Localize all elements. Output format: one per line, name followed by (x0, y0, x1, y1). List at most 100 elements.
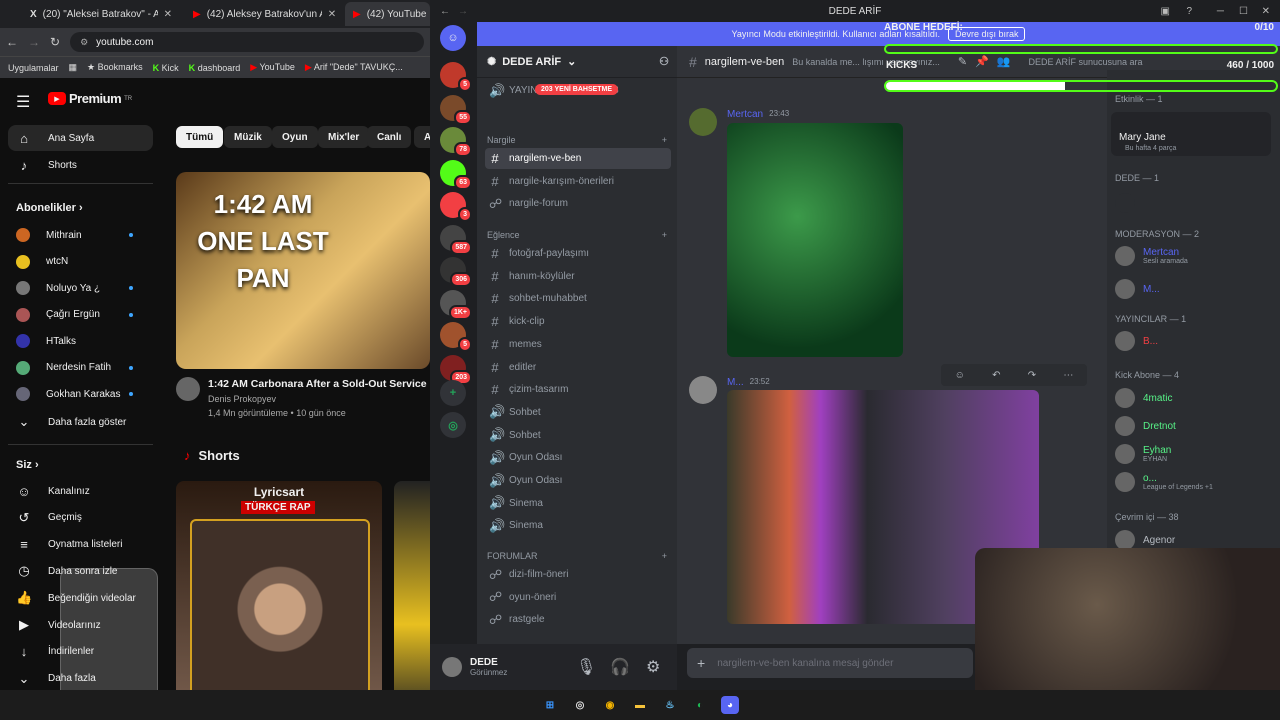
you-nav-item[interactable]: ↓ İndirilenler (8, 639, 153, 665)
subscription-item[interactable]: Çağrı Ergün (8, 302, 153, 328)
headphones-icon[interactable]: 🎧 (610, 657, 630, 677)
channel-item[interactable]: 🔊 Oyun Odası (485, 470, 671, 491)
server-icon[interactable]: 5 (440, 322, 472, 352)
bookmark-item[interactable]: Uygulamalar (8, 63, 59, 73)
reload-icon[interactable]: ↻ (50, 35, 60, 49)
member-item[interactable]: M... (1115, 279, 1160, 299)
message-author[interactable]: Mertcan (727, 109, 763, 120)
you-nav-item[interactable]: ↺ Geçmiş (8, 505, 153, 531)
server-icon[interactable]: 3 (440, 192, 472, 222)
server-icon[interactable]: 63 (440, 159, 472, 190)
you-nav-item[interactable]: ▶ Videolarınız (8, 612, 153, 638)
channel-item[interactable]: 🔊 Sohbet (485, 425, 671, 446)
back-icon[interactable]: ← (440, 6, 450, 17)
channel-item[interactable]: 🔊 Sinema (485, 493, 671, 514)
server-icon[interactable]: 55 (440, 94, 472, 125)
bookmark-item[interactable]: K Kick (153, 63, 179, 73)
channel-item[interactable]: ☍ nargile-forum (485, 193, 671, 214)
channel-item[interactable]: # çizim-tasarım (485, 379, 671, 400)
close-icon[interactable]: ✕ (328, 9, 336, 20)
message-image[interactable] (727, 123, 903, 357)
channel-category[interactable]: FORUMLAR + (487, 551, 667, 561)
back-icon[interactable]: ← (6, 35, 18, 49)
steam-icon[interactable]: ♨ (661, 696, 679, 714)
browser-tab[interactable]: X(20) "Aleksei Batrakov" - Arama✕ (22, 2, 182, 26)
member-item[interactable]: Dretnot (1115, 416, 1176, 436)
nav-shorts[interactable]: ♪ Shorts (8, 152, 153, 178)
explore-icon[interactable]: ◎ (440, 412, 466, 438)
subscription-item[interactable]: Gokhan Karakas (8, 381, 153, 407)
user-avatar[interactable] (442, 657, 462, 677)
you-heading[interactable]: Siz › (16, 459, 39, 471)
subscription-item[interactable]: wtcN (8, 249, 153, 275)
channel-item[interactable]: # fotoğraf-paylaşımı (485, 243, 671, 264)
spotify-icon[interactable]: ◐ (691, 696, 709, 714)
maximize-icon[interactable]: ☐ (1239, 6, 1248, 17)
close-icon[interactable]: ✕ (164, 9, 172, 20)
server-icon[interactable]: 1K+ (440, 289, 472, 320)
discord-icon[interactable]: ◕ (721, 696, 739, 714)
nav-home[interactable]: ⌂ Ana Sayfa (8, 125, 153, 151)
server-icon[interactable]: 203 (440, 354, 472, 385)
you-nav-item[interactable]: ☺ Kanalınız (8, 478, 153, 504)
bookmark-item[interactable]: ▶ YouTube (250, 62, 295, 73)
show-more-button[interactable]: ⌄ Daha fazla göster (8, 409, 153, 435)
member-item[interactable]: o... League of Legends +1 (1115, 472, 1213, 492)
channel-item[interactable]: # editler (485, 357, 671, 378)
server-icon[interactable]: 306 (440, 257, 472, 287)
member-item[interactable]: B... (1115, 331, 1158, 351)
video-thumbnail[interactable]: 1:42 AM ONE LAST PAN (176, 172, 430, 369)
channel-item[interactable]: # kick-clip (485, 311, 671, 332)
more-icon[interactable]: ⋯ (1063, 370, 1073, 381)
channel-avatar[interactable] (176, 377, 200, 401)
server-icon[interactable]: 78 (440, 127, 472, 157)
add-server-icon[interactable]: + (440, 380, 466, 406)
channel-item[interactable]: 🔊 Sinema (485, 515, 671, 536)
settings-icon[interactable]: ⚙ (646, 657, 660, 677)
reply-icon[interactable]: ↶ (992, 370, 1000, 381)
subscription-item[interactable]: Nerdesin Fatih (8, 355, 153, 381)
bookmark-item[interactable]: ▶ Arif "Dede" TAVUKÇ... (305, 62, 403, 73)
chrome-icon[interactable]: ◉ (601, 696, 619, 714)
subscriptions-heading[interactable]: Abonelikler › (16, 202, 83, 214)
you-nav-item[interactable]: ≡ Oynatma listeleri (8, 532, 153, 558)
activity-card[interactable]: Mary Jane Bu hafta 4 parça (1111, 112, 1271, 156)
discord-home-icon[interactable]: ☺ (440, 25, 466, 51)
channel-category[interactable]: Nargile + (487, 135, 667, 145)
channel-item[interactable]: ☍ oyun-öneri (485, 587, 671, 608)
channel-item[interactable]: # nargilem-ve-ben (485, 148, 671, 169)
minimize-icon[interactable]: ─ (1217, 6, 1224, 17)
server-icon[interactable]: 587 (440, 224, 472, 255)
app-icon[interactable]: ◎ (571, 696, 589, 714)
channel-item[interactable]: # memes (485, 334, 671, 355)
file-explorer-icon[interactable]: ▬ (631, 696, 649, 714)
youtube-logo[interactable]: ▶ Premium TR (48, 91, 132, 106)
message-input[interactable]: + nargilem-ve-ben kanalına mesaj gönder (687, 648, 973, 678)
short-thumbnail[interactable]: Lyricsart TÜRKÇE RAP (176, 481, 382, 720)
member-item[interactable]: Agenor (1115, 530, 1175, 550)
message-avatar[interactable] (689, 376, 717, 404)
forward-icon[interactable]: → (458, 6, 468, 17)
message-author[interactable]: M... (727, 377, 744, 388)
channel-item[interactable]: # nargile-karışım-önerileri (485, 171, 671, 192)
video-title[interactable]: 1:42 AM Carbonara After a Sold-Out Servi… (208, 378, 428, 390)
add-channel-icon[interactable]: + (662, 551, 667, 561)
add-channel-icon[interactable]: + (662, 135, 667, 145)
site-info-icon[interactable]: ⚙ (80, 37, 88, 48)
microphone-icon[interactable]: 🎙 (576, 657, 596, 677)
filter-chip[interactable]: Tümü (176, 126, 224, 148)
subscription-item[interactable]: HTalks (8, 328, 153, 354)
server-icon[interactable]: 5 (440, 62, 472, 92)
member-item[interactable]: Eyhan EYHAN (1115, 444, 1171, 464)
reaction-icon[interactable]: ☺ (955, 370, 965, 381)
filter-chip[interactable]: Oyun (272, 126, 318, 148)
channel-item[interactable]: 🔊 Oyun Odası (485, 447, 671, 468)
subscription-item[interactable]: Noluyo Ya ¿ (8, 275, 153, 301)
address-input[interactable]: ⚙ youtube.com (70, 32, 424, 52)
server-header[interactable]: ✺ DEDE ARİF ⌄ ⚇ (477, 46, 677, 78)
channel-item[interactable]: # hanım-köylüler (485, 266, 671, 287)
channel-category[interactable]: Eğlence + (487, 230, 667, 240)
subscription-item[interactable]: Mithrain (8, 222, 153, 248)
help-icon[interactable]: ? (1186, 6, 1192, 17)
add-channel-icon[interactable]: + (662, 230, 667, 240)
